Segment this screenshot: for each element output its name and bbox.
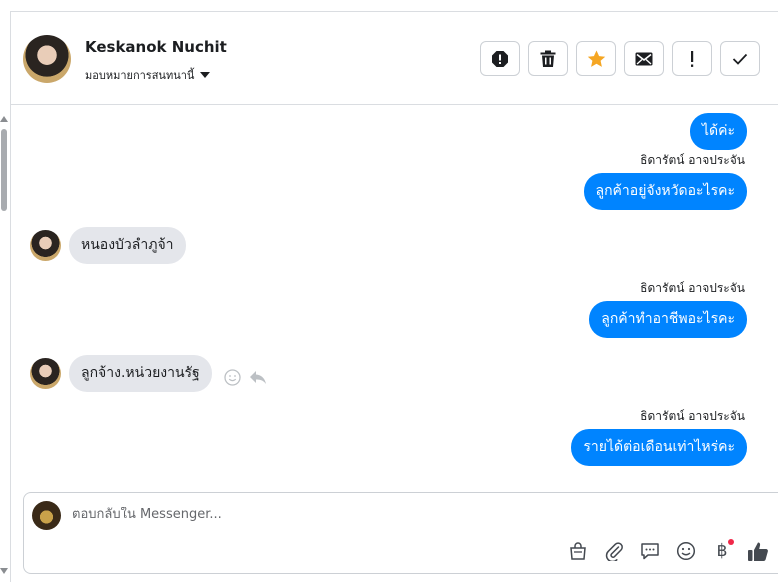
- like-button[interactable]: [746, 539, 770, 563]
- saved-reply-button[interactable]: [638, 539, 662, 563]
- shop-button[interactable]: [566, 539, 590, 563]
- outgoing-message[interactable]: ลูกค้าทำอาชีพอะไรคะ: [589, 301, 747, 338]
- scroll-down-arrow[interactable]: [0, 568, 8, 574]
- incoming-message[interactable]: ลูกจ้าง.หน่วยงานรัฐ: [69, 355, 212, 392]
- message-sender-name: ธิดารัตน์ อาจประจัน: [640, 409, 745, 423]
- assign-label: มอบหมายการสนทนานี้: [85, 69, 195, 82]
- report-icon: [492, 50, 508, 67]
- incoming-message-row: ลูกจ้าง.หน่วยงานรัฐ: [30, 355, 267, 392]
- contact-avatar-small[interactable]: [30, 358, 61, 389]
- check-icon: [732, 53, 748, 65]
- conversation-header: Keskanok Nuchit มอบหมายการสนทนานี้: [11, 12, 778, 105]
- incoming-message-row: หนองบัวลำภูจ้า: [30, 227, 186, 264]
- emoji-button[interactable]: [674, 539, 698, 563]
- bag-icon: [570, 542, 586, 560]
- like-icon: [748, 542, 768, 561]
- exclamation-icon: [691, 50, 694, 67]
- saved-reply-icon: [641, 543, 659, 560]
- incoming-message[interactable]: หนองบัวลำภูจ้า: [69, 227, 186, 264]
- assign-conversation-dropdown[interactable]: มอบหมายการสนทนานี้: [85, 66, 211, 84]
- scrollbar-thumb[interactable]: [1, 129, 7, 211]
- payment-icon: ฿: [716, 541, 728, 561]
- mark-unread-button[interactable]: [624, 41, 664, 76]
- notification-dot: [728, 539, 734, 545]
- payment-button[interactable]: ฿: [710, 539, 734, 563]
- message-thread: ได้ค่ะ ธิดารัตน์ อาจประจัน ลูกค้าอยู่จัง…: [11, 106, 778, 491]
- mark-done-button[interactable]: [720, 41, 760, 76]
- delete-button[interactable]: [528, 41, 568, 76]
- envelope-icon: [635, 52, 653, 65]
- star-button[interactable]: [576, 41, 616, 76]
- outgoing-message[interactable]: ได้ค่ะ: [689, 113, 747, 150]
- paperclip-icon: [605, 542, 623, 561]
- trash-icon: [540, 50, 556, 67]
- react-emoji-icon[interactable]: [224, 369, 241, 386]
- inbox-conversation-window: Keskanok Nuchit มอบหมายการสนทนานี้ ได้ค่…: [0, 0, 778, 582]
- star-icon: [587, 50, 605, 67]
- contact-avatar[interactable]: [23, 35, 71, 83]
- contact-avatar-small[interactable]: [30, 230, 61, 261]
- message-sender-name: ธิดารัตน์ อาจประจัน: [640, 281, 745, 295]
- reply-composer: ฿: [23, 492, 778, 574]
- attach-button[interactable]: [602, 539, 626, 563]
- report-button[interactable]: [480, 41, 520, 76]
- page-avatar: [32, 501, 61, 530]
- scroll-up-arrow[interactable]: [0, 116, 8, 122]
- important-button[interactable]: [672, 41, 712, 76]
- caret-down-icon: [200, 72, 211, 78]
- reply-input[interactable]: [72, 507, 572, 522]
- composer-tools: ฿: [566, 539, 770, 563]
- message-hover-tools: [224, 369, 267, 386]
- outgoing-message[interactable]: ลูกค้าอยู่จังหวัดอะไรคะ: [583, 173, 747, 210]
- outgoing-message[interactable]: รายได้ต่อเดือนเท่าไหร่คะ: [571, 429, 747, 466]
- message-sender-name: ธิดารัตน์ อาจประจัน: [640, 153, 745, 167]
- emoji-icon: [676, 541, 696, 561]
- contact-name[interactable]: Keskanok Nuchit: [85, 38, 227, 56]
- reply-arrow-icon[interactable]: [249, 370, 267, 385]
- header-actions: [480, 41, 760, 76]
